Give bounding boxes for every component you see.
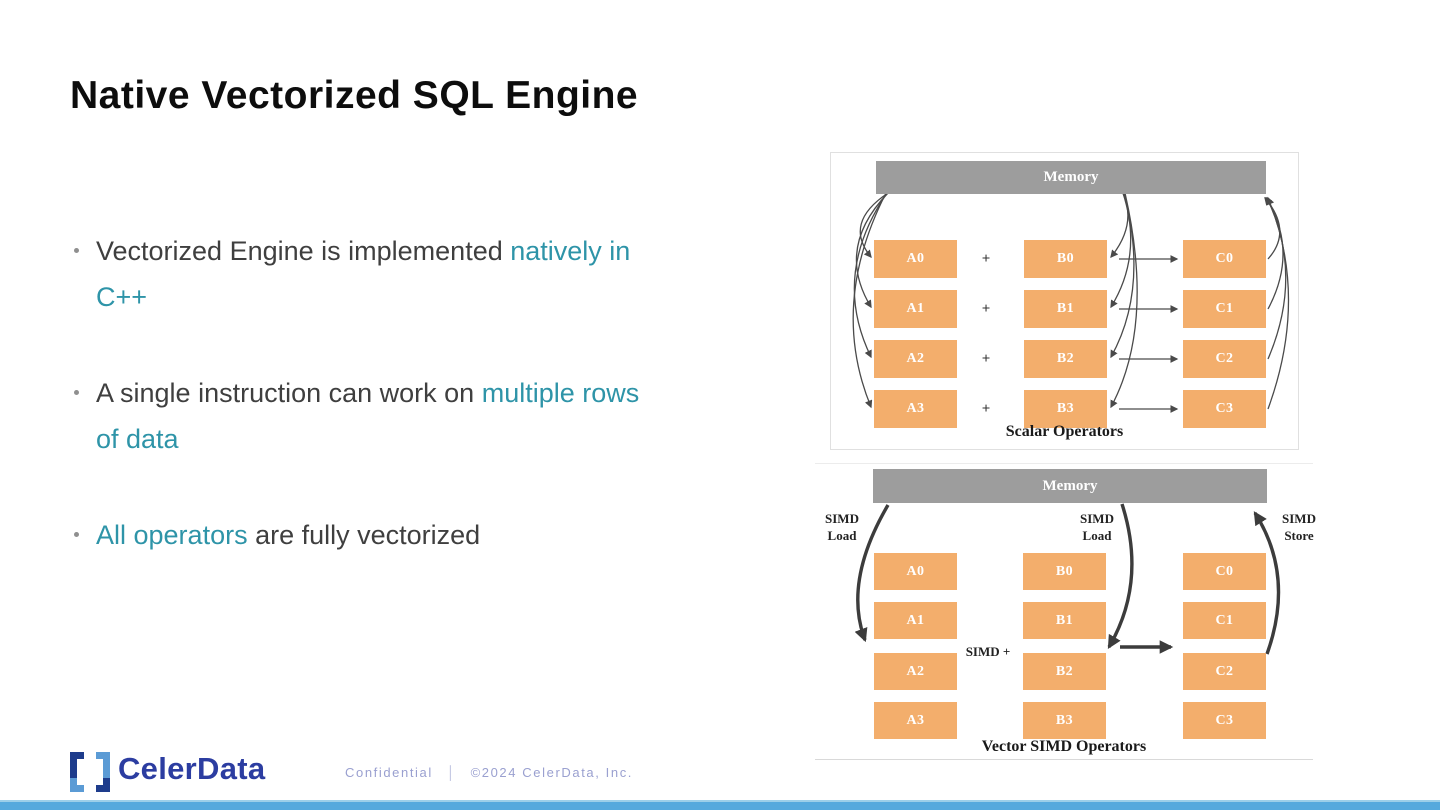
celerdata-logo-icon [70, 752, 110, 792]
bullet-dot-icon [74, 248, 79, 253]
bullet-dot-icon [74, 390, 79, 395]
footer: CelerData Confidential │ ©2024 CelerData, … [0, 745, 1440, 800]
data-box: C2 [1183, 653, 1266, 690]
vector-simd-operators-diagram: Memory SIMD Load SIMD Load SIMD Store SI… [815, 463, 1316, 760]
data-box: B2 [1024, 340, 1107, 378]
data-box: B2 [1023, 653, 1106, 690]
bullet-text: Vectorized Engine is implemented nativel… [96, 236, 630, 312]
data-box: A1 [874, 290, 957, 328]
page-title: Native Vectorized SQL Engine [70, 74, 639, 117]
legal-line: Confidential │ ©2024 CelerData, Inc. [345, 765, 633, 780]
data-box: B1 [1023, 602, 1106, 639]
data-box: B0 [1023, 553, 1106, 590]
brand-name: CelerData [118, 751, 266, 786]
slide: Native Vectorized SQL Engine Vectorized … [0, 0, 1440, 810]
memory-label: Memory [1042, 478, 1098, 494]
scalar-operators-diagram: Memory A0 A1 A2 A3 B0 B1 B2 B3 C0 C1 C2 … [830, 152, 1299, 450]
data-box: A0 [874, 240, 957, 278]
memory-label: Memory [1043, 169, 1099, 185]
data-box: C1 [1183, 602, 1266, 639]
simd-load-mid-label: SIMD Load [1080, 511, 1114, 543]
confidential-label: Confidential [345, 765, 433, 780]
data-box: A0 [874, 553, 957, 590]
bullet-item: Vectorized Engine is implemented nativel… [70, 228, 730, 320]
bullet-text: All operators are fully vectorized [96, 520, 480, 550]
bullet-text: A single instruction can work on multipl… [96, 378, 639, 454]
data-box: B1 [1024, 290, 1107, 328]
bottom-accent-bar [0, 800, 1440, 810]
bullet-item: A single instruction can work on multipl… [70, 370, 730, 462]
memory-bar: Memory [876, 161, 1266, 194]
bullet-text-plain: are fully vectorized [247, 520, 481, 550]
data-box: C0 [1183, 553, 1266, 590]
plus-operator: + [981, 251, 991, 267]
bullet-item: All operators are fully vectorized [70, 512, 730, 558]
bullet-text-plain: A single instruction can work on [96, 378, 482, 408]
data-box: A2 [874, 340, 957, 378]
separator: │ [446, 765, 457, 780]
data-box: C1 [1183, 290, 1266, 328]
memory-bar: Memory [873, 469, 1267, 503]
diagram-caption: Scalar Operators [1005, 423, 1124, 440]
bullet-text-plain: Vectorized Engine is implemented [96, 236, 511, 266]
data-box: B0 [1024, 240, 1107, 278]
bullet-dot-icon [74, 532, 79, 537]
bullet-text-highlight: All operators [96, 520, 248, 550]
bullet-list: Vectorized Engine is implemented nativel… [70, 228, 730, 608]
data-box: A3 [874, 702, 957, 739]
data-box: C0 [1183, 240, 1266, 278]
plus-operator: + [981, 301, 991, 317]
simd-plus-label: SIMD + [965, 644, 1011, 659]
simd-store-label: SIMD Store [1282, 511, 1316, 543]
data-box: C3 [1183, 702, 1266, 739]
data-box: A1 [874, 602, 957, 639]
plus-operator: + [981, 351, 991, 367]
data-box: A2 [874, 653, 957, 690]
data-box: C2 [1183, 340, 1266, 378]
copyright-label: ©2024 CelerData, Inc. [470, 765, 634, 780]
simd-load-left-label: SIMD Load [825, 511, 859, 543]
data-box: B3 [1023, 702, 1106, 739]
